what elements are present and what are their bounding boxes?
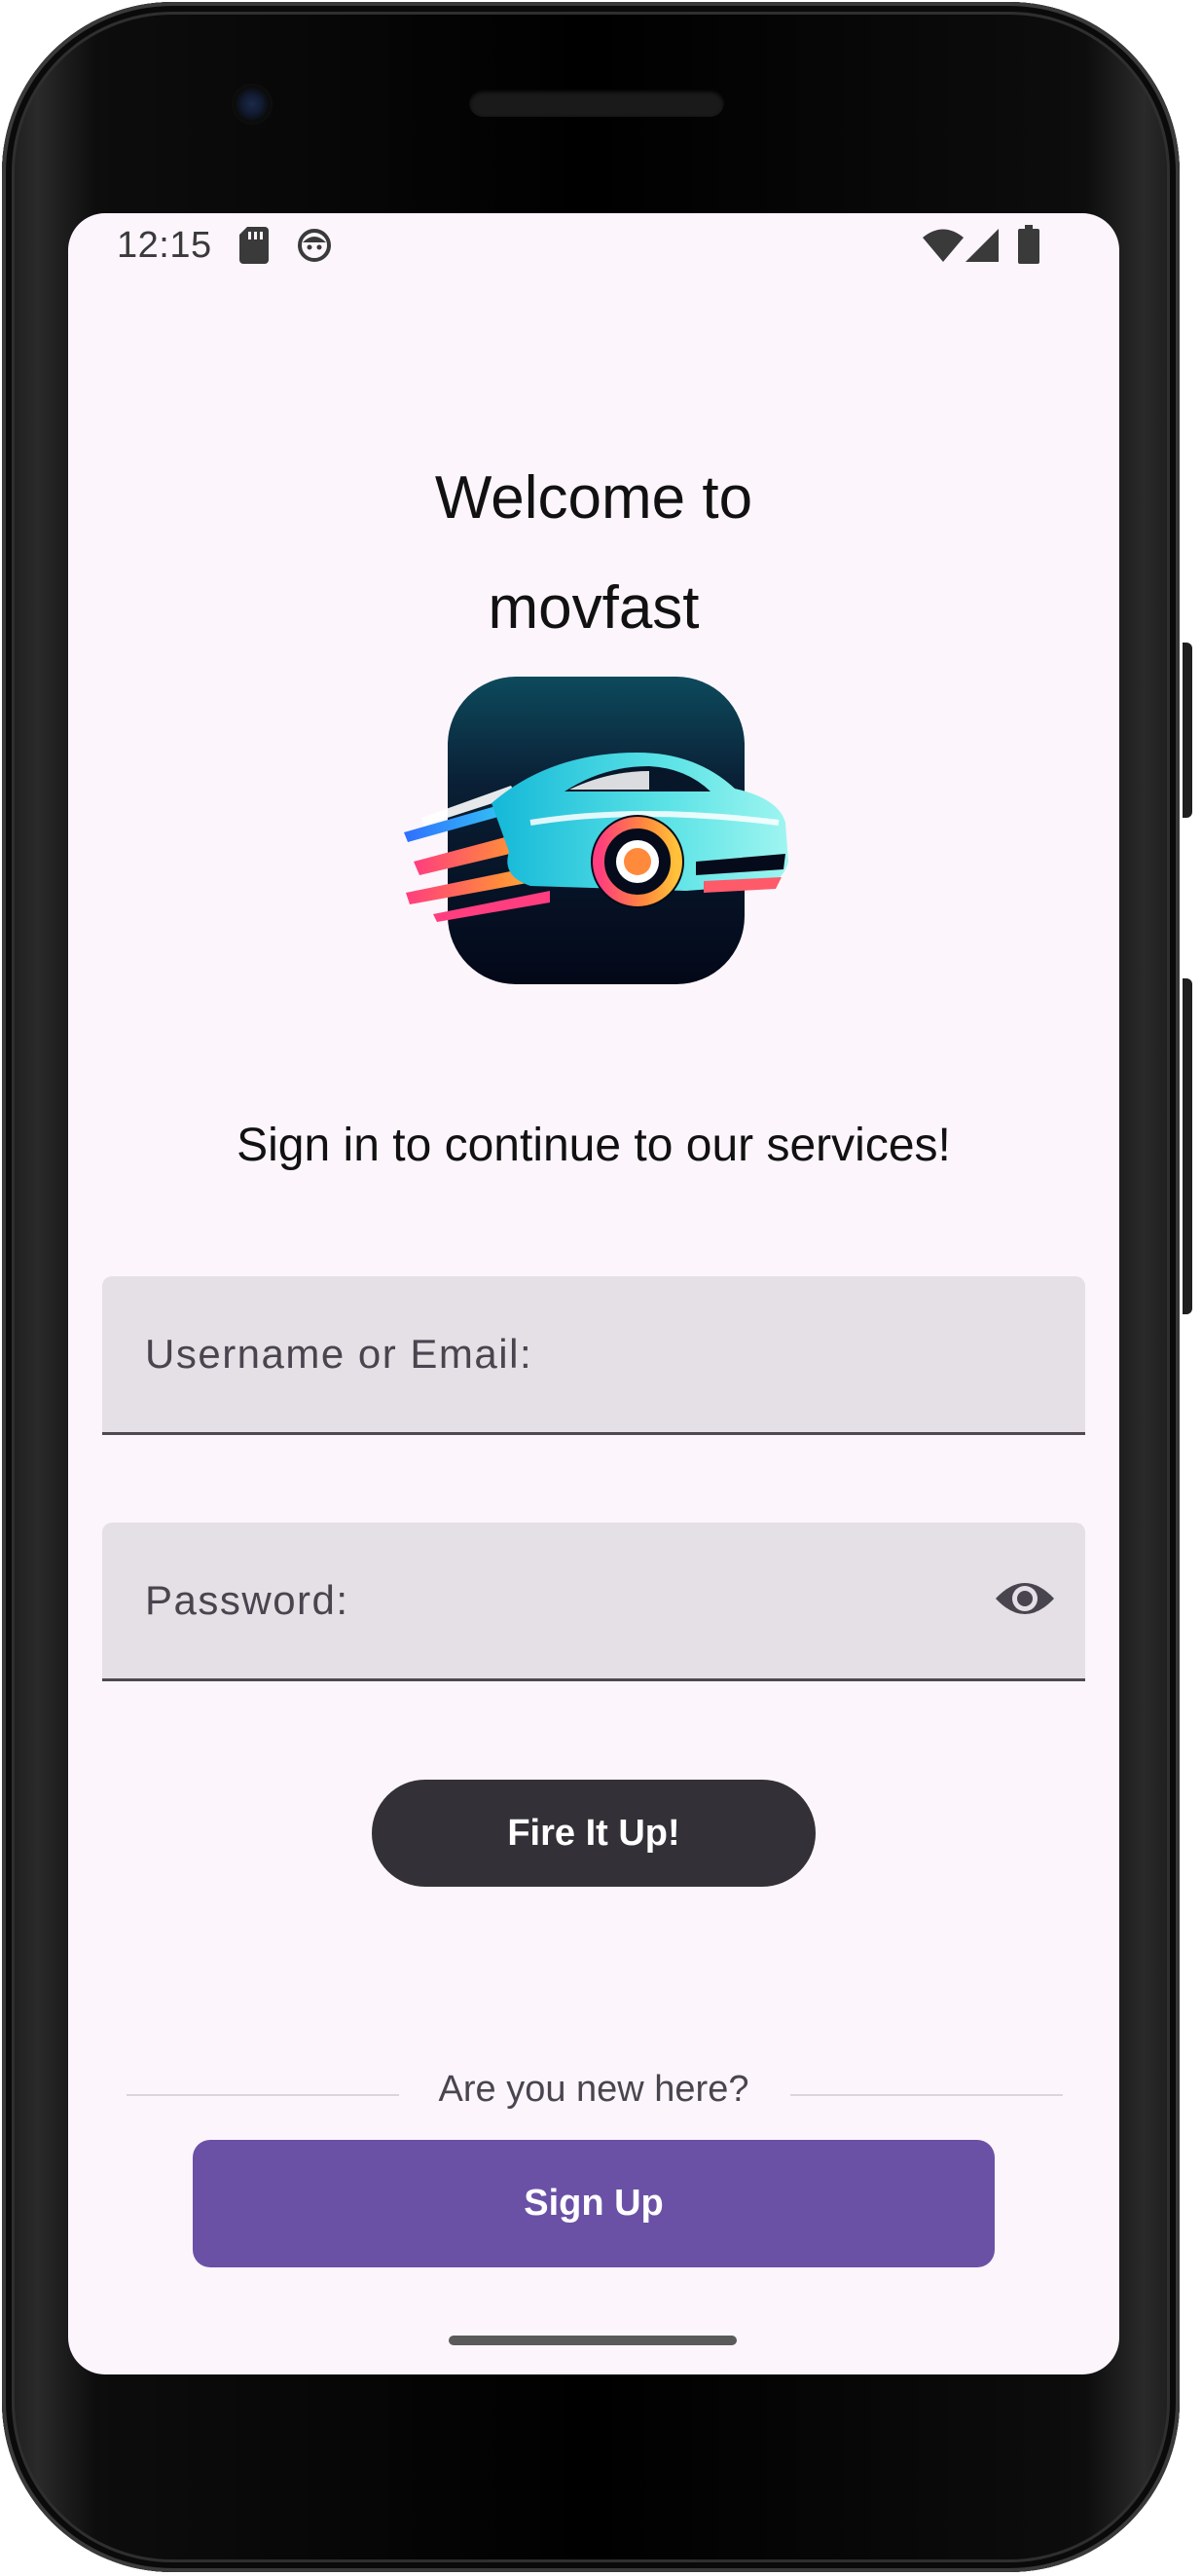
username-input[interactable]: [102, 1276, 1085, 1432]
app-screen: 12:15 Welcome to movfast Sign in to cont…: [68, 213, 1119, 2374]
sd-card-icon: [239, 227, 269, 264]
divider-right: [790, 2094, 1063, 2096]
fire-it-up-button[interactable]: Fire It Up!: [372, 1780, 816, 1887]
android-debug-icon: [298, 229, 331, 262]
cell-signal-icon: [965, 229, 999, 262]
status-bar: 12:15: [68, 213, 1119, 281]
sign-up-button[interactable]: Sign Up: [193, 2140, 995, 2267]
eye-icon[interactable]: [994, 1575, 1056, 1622]
wifi-icon: [923, 229, 964, 262]
battery-icon: [1018, 225, 1039, 264]
home-gesture-bar[interactable]: [449, 2336, 737, 2345]
password-input[interactable]: [102, 1523, 1085, 1678]
username-field[interactable]: [102, 1276, 1085, 1435]
front-camera: [232, 84, 273, 125]
signin-subtitle: Sign in to continue to our services!: [237, 1120, 951, 1171]
app-name-title: movfast: [488, 574, 700, 642]
welcome-title-line1: Welcome to: [434, 464, 753, 532]
earpiece-speaker: [469, 90, 724, 117]
power-button: [1183, 978, 1192, 1314]
car-logo-icon: [404, 677, 788, 984]
new-user-prompt: Are you new here?: [438, 2069, 749, 2110]
volume-button: [1183, 643, 1192, 818]
password-field[interactable]: [102, 1523, 1085, 1681]
status-time: 12:15: [117, 225, 212, 266]
